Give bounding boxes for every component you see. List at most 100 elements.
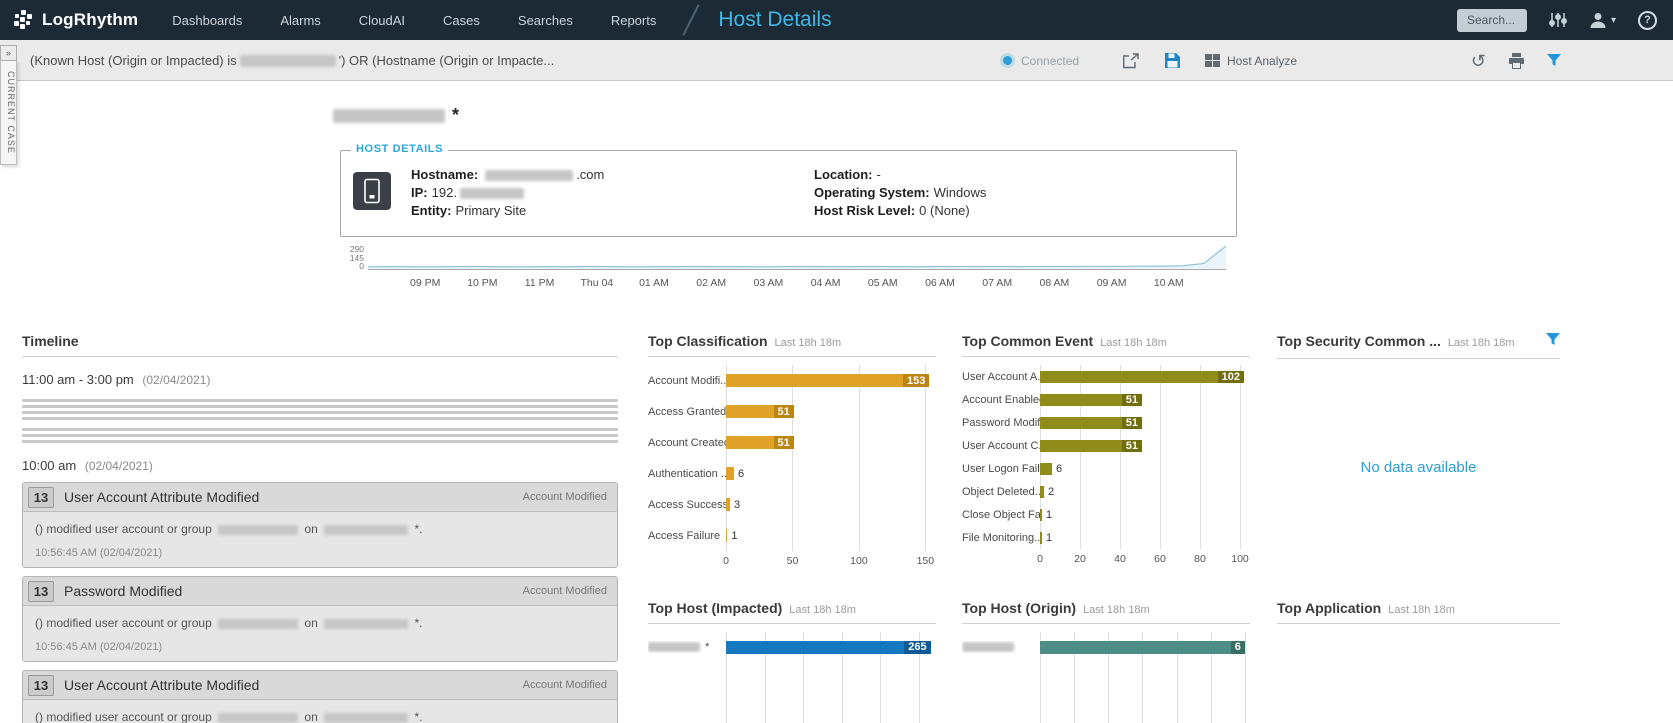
host-fields-right: Location:- Operating System:Windows Host…	[814, 166, 986, 220]
chart-category-label: User Logon Fail...	[962, 463, 1040, 475]
chart-bar[interactable]	[726, 467, 734, 480]
chart-category-label: Access Success	[648, 499, 726, 511]
chart-category-label: Access Granted	[648, 406, 726, 418]
logrhythm-logo-icon	[14, 10, 34, 30]
chart-bar[interactable]: 51	[1040, 394, 1142, 406]
nav-item-reports[interactable]: Reports	[611, 13, 657, 28]
panel-header: Top Application Last 18h 18m	[1277, 600, 1560, 624]
chart-bar[interactable]	[1040, 486, 1044, 498]
chart-category-label: Password Modif...	[962, 417, 1040, 429]
chart-category-label: Account Modifi...	[648, 375, 726, 387]
chart-bar[interactable]: 265	[726, 641, 931, 654]
chart-row: Access Granted51	[648, 396, 936, 427]
chart-bar[interactable]: 153	[726, 374, 929, 387]
chart-bar[interactable]	[726, 529, 727, 542]
top-security-common-panel: Top Security Common ... Last 18h 18m No …	[1277, 333, 1560, 633]
chart-bar[interactable]: 51	[726, 405, 794, 418]
redacted-text	[218, 525, 298, 535]
risk-value: 0 (None)	[919, 203, 970, 218]
axis-tick-label: 100	[850, 555, 868, 567]
timeline-header: Timeline	[22, 333, 618, 357]
group-date: (02/04/2021)	[142, 373, 210, 387]
chart-row: Access Failure1	[648, 520, 936, 551]
collapsed-events-stack[interactable]	[22, 399, 618, 443]
toolbar-actions: Host Analyze	[1122, 40, 1297, 81]
help-icon[interactable]: ?	[1638, 11, 1657, 30]
user-menu[interactable]: ▾	[1589, 11, 1616, 29]
status-dot	[1003, 56, 1012, 65]
timeline-title: Timeline	[22, 333, 79, 349]
os-label: Operating System:	[814, 185, 930, 200]
redacted-text	[324, 619, 408, 629]
timeline-event-card[interactable]: 13User Account Attribute ModifiedAccount…	[22, 670, 618, 723]
chart-category-label: Object Deleted...	[962, 486, 1040, 498]
save-search-icon[interactable]	[1164, 52, 1181, 69]
chart-category-label: Account Created	[648, 437, 726, 449]
chart-bar[interactable]	[1040, 532, 1042, 544]
group-time: 11:00 am - 3:00 pm	[22, 372, 134, 387]
chart-bar-track: 1	[1040, 509, 1250, 521]
grid-icon	[1205, 54, 1220, 67]
timeline-event-card[interactable]: 13Password ModifiedAccount Modified() mo…	[22, 576, 618, 662]
panel-period: Last 18h 18m	[775, 337, 842, 349]
chart-row: 6	[962, 632, 1250, 662]
chart-bar[interactable]: 102	[1040, 371, 1244, 383]
x-tick-label: 02 AM	[696, 277, 726, 289]
event-timestamp: 10:56:45 AM (02/04/2021)	[35, 641, 605, 653]
bar-value-label: 1	[731, 530, 737, 542]
chart-rows: *265	[648, 632, 936, 662]
chevron-down-icon: ▾	[1611, 15, 1616, 26]
chart-bar[interactable]: 51	[1040, 440, 1142, 452]
panel-filter-funnel-icon[interactable]	[1546, 333, 1560, 351]
location-value: -	[877, 167, 881, 182]
status-label: Connected	[1021, 54, 1079, 68]
add-to-case-icon[interactable]	[1122, 53, 1140, 69]
event-classification-tag: Account Modified	[523, 585, 617, 597]
expand-icon[interactable]: »	[0, 45, 17, 61]
panel-title: Top Security Common ...	[1277, 333, 1441, 349]
top-common-event-chart: User Account A...102Account Enabled51Pas…	[962, 365, 1250, 567]
connection-status: Connected	[1003, 40, 1079, 81]
event-classification-tag: Account Modified	[523, 679, 617, 691]
filter-funnel-icon[interactable]	[1547, 54, 1561, 67]
nav-item-dashboards[interactable]: Dashboards	[172, 13, 242, 28]
axis-tick-label: 20	[1074, 553, 1086, 565]
chart-bar[interactable]: 51	[726, 436, 794, 449]
nav-item-searches[interactable]: Searches	[518, 13, 573, 28]
chart-row: Object Deleted...2	[962, 480, 1250, 503]
chart-bar[interactable]	[726, 498, 730, 511]
chart-bar[interactable]: 51	[1040, 417, 1142, 429]
nav-item-alarms[interactable]: Alarms	[280, 13, 320, 28]
chart-bar[interactable]: 6	[1040, 641, 1245, 654]
chart-bar-track: 51	[1040, 394, 1250, 406]
event-description: () modified user account or group on *.	[35, 522, 605, 536]
nav-item-cases[interactable]: Cases	[443, 13, 480, 28]
chart-row: *265	[648, 632, 936, 662]
chart-row: Close Object Fai...1	[962, 503, 1250, 526]
axis-tick-label: 50	[787, 555, 799, 567]
activity-timeline-chart[interactable]: 2901450 09 PM10 PM11 PMThu 0401 AM02 AM0…	[340, 245, 1228, 293]
chart-bar[interactable]	[1040, 509, 1042, 521]
host-title: *	[330, 105, 459, 126]
filter-sliders-icon[interactable]	[1549, 12, 1567, 28]
user-icon	[1589, 11, 1607, 29]
panel-period: Last 18h 18m	[789, 604, 856, 616]
chart-bar[interactable]	[1040, 463, 1052, 475]
nav-item-cloudai[interactable]: CloudAI	[359, 13, 405, 28]
host-analyze-button[interactable]: Host Analyze	[1205, 54, 1297, 68]
bar-value-label: 51	[1122, 417, 1142, 429]
os-row: Operating System:Windows	[814, 184, 986, 202]
top-host-origin-panel: Top Host (Origin) Last 18h 18m 6	[962, 600, 1250, 723]
search-criteria[interactable]: (Known Host (Origin or Impacted) is ') O…	[30, 40, 554, 81]
logrhythm-logo[interactable]: LogRhythm	[0, 10, 148, 30]
event-title: User Account Attribute Modified	[64, 489, 259, 505]
x-tick-label: 04 AM	[811, 277, 841, 289]
current-case-tab[interactable]: » CURRENT CASE	[0, 45, 17, 165]
reset-icon[interactable]: ↺	[1471, 52, 1486, 70]
chart-category-label: Authentication ...	[648, 468, 726, 480]
panel-period: Last 18h 18m	[1083, 604, 1150, 616]
timeline-event-card[interactable]: 13User Account Attribute ModifiedAccount…	[22, 482, 618, 568]
chart-category-label: Close Object Fai...	[962, 509, 1040, 521]
search-input[interactable]: Search...	[1457, 9, 1527, 32]
print-icon[interactable]	[1508, 53, 1525, 69]
